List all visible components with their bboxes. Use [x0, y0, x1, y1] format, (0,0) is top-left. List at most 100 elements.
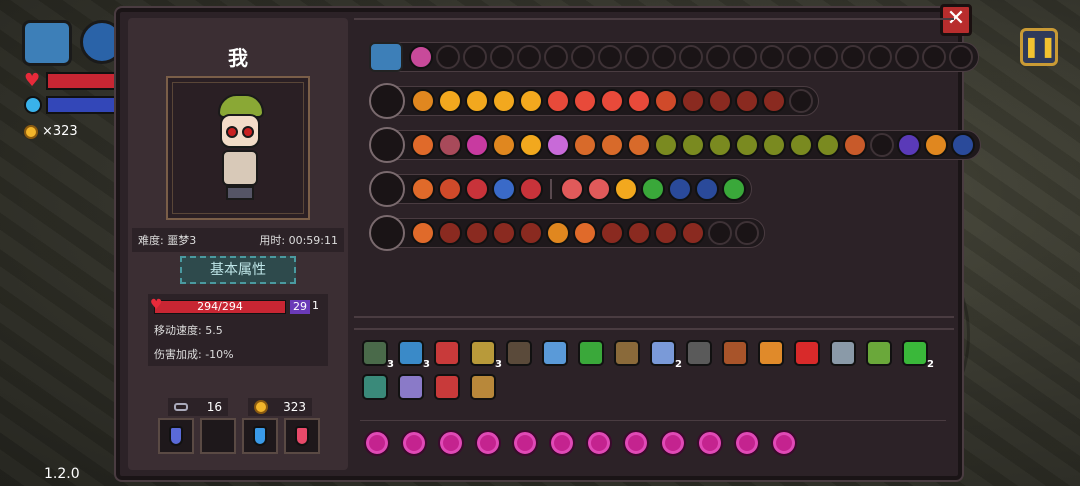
consumable-slot-2[interactable]	[200, 418, 236, 454]
rune-icon[interactable]	[626, 221, 651, 245]
item-icon[interactable]: 2	[650, 340, 682, 370]
rune-icon[interactable]	[408, 45, 433, 69]
staff-icon[interactable]	[369, 215, 405, 251]
rune-icon[interactable]	[640, 177, 665, 201]
item-icon[interactable]: 2	[902, 340, 934, 370]
chest-hud-icon[interactable]	[22, 20, 72, 66]
staff-icon[interactable]	[369, 83, 405, 119]
rune-icon[interactable]	[613, 177, 638, 201]
buff-icon[interactable]	[512, 430, 538, 456]
item-icon[interactable]	[686, 340, 712, 366]
buff-icon[interactable]	[438, 430, 464, 456]
empty-slot[interactable]	[678, 45, 703, 69]
rune-icon[interactable]	[667, 177, 692, 201]
rune-icon[interactable]	[707, 89, 732, 113]
empty-slot[interactable]	[921, 45, 946, 69]
buff-icon[interactable]	[697, 430, 723, 456]
empty-slot[interactable]	[570, 45, 595, 69]
empty-slot[interactable]	[867, 45, 892, 69]
item-icon[interactable]: 3	[362, 340, 394, 370]
rune-icon[interactable]	[707, 133, 732, 157]
item-icon[interactable]	[758, 340, 784, 366]
rune-icon[interactable]	[545, 221, 570, 245]
rune-icon[interactable]	[437, 221, 462, 245]
rune-icon[interactable]	[788, 133, 813, 157]
empty-slot[interactable]	[707, 221, 732, 245]
rune-icon[interactable]	[464, 221, 489, 245]
empty-slot[interactable]	[813, 45, 838, 69]
empty-slot[interactable]	[869, 133, 894, 157]
item-icon[interactable]	[434, 340, 460, 366]
consumable-slot-4[interactable]	[284, 418, 320, 454]
rune-icon[interactable]	[572, 133, 597, 157]
buff-icon[interactable]	[586, 430, 612, 456]
rune-icon[interactable]	[680, 133, 705, 157]
rune-icon[interactable]	[761, 133, 786, 157]
rune-icon[interactable]	[518, 89, 543, 113]
empty-slot[interactable]	[462, 45, 487, 69]
buff-icon[interactable]	[364, 430, 390, 456]
buff-icon[interactable]	[475, 430, 501, 456]
empty-slot[interactable]	[651, 45, 676, 69]
empty-slot[interactable]	[624, 45, 649, 69]
buff-icon[interactable]	[771, 430, 797, 456]
buff-icon[interactable]	[660, 430, 686, 456]
rune-icon[interactable]	[464, 177, 489, 201]
rune-icon[interactable]	[410, 221, 435, 245]
rune-icon[interactable]	[518, 133, 543, 157]
item-icon[interactable]	[506, 340, 532, 366]
item-icon[interactable]	[614, 340, 640, 366]
rune-icon[interactable]	[815, 133, 840, 157]
pause-button[interactable]: ❚❚	[1020, 28, 1058, 66]
consumable-slot-3[interactable]	[242, 418, 278, 454]
staff-icon[interactable]	[369, 127, 405, 163]
empty-slot[interactable]	[894, 45, 919, 69]
item-icon[interactable]	[722, 340, 748, 366]
empty-slot[interactable]	[597, 45, 622, 69]
rune-icon[interactable]	[437, 133, 462, 157]
empty-slot[interactable]	[489, 45, 514, 69]
rune-icon[interactable]	[437, 177, 462, 201]
empty-slot[interactable]	[786, 45, 811, 69]
empty-slot[interactable]	[948, 45, 973, 69]
empty-slot[interactable]	[705, 45, 730, 69]
rune-icon[interactable]	[950, 133, 975, 157]
buff-icon[interactable]	[734, 430, 760, 456]
item-icon[interactable]: 3	[398, 340, 430, 370]
chest-icon[interactable]	[369, 42, 403, 72]
rune-icon[interactable]	[518, 177, 543, 201]
empty-slot[interactable]	[840, 45, 865, 69]
rune-icon[interactable]	[626, 133, 651, 157]
rune-icon[interactable]	[599, 89, 624, 113]
rune-icon[interactable]	[518, 221, 543, 245]
rune-icon[interactable]	[545, 89, 570, 113]
rune-icon[interactable]	[491, 221, 516, 245]
rune-icon[interactable]	[572, 221, 597, 245]
empty-slot[interactable]	[435, 45, 460, 69]
buff-icon[interactable]	[401, 430, 427, 456]
item-icon[interactable]	[578, 340, 604, 366]
rune-icon[interactable]	[586, 177, 611, 201]
buff-icon[interactable]	[549, 430, 575, 456]
rune-icon[interactable]	[559, 177, 584, 201]
empty-slot[interactable]	[516, 45, 541, 69]
rune-icon[interactable]	[491, 177, 516, 201]
item-icon[interactable]	[362, 374, 388, 400]
empty-slot[interactable]	[543, 45, 568, 69]
rune-icon[interactable]	[653, 221, 678, 245]
empty-slot[interactable]	[788, 89, 813, 113]
rune-icon[interactable]	[842, 133, 867, 157]
rune-icon[interactable]	[410, 177, 435, 201]
item-icon[interactable]	[542, 340, 568, 366]
rune-icon[interactable]	[491, 133, 516, 157]
rune-icon[interactable]	[464, 133, 489, 157]
rune-icon[interactable]	[721, 177, 746, 201]
item-icon[interactable]	[398, 374, 424, 400]
rune-icon[interactable]	[734, 89, 759, 113]
rune-icon[interactable]	[491, 89, 516, 113]
item-icon[interactable]	[830, 340, 856, 366]
rune-icon[interactable]	[680, 89, 705, 113]
rune-icon[interactable]	[694, 177, 719, 201]
rune-icon[interactable]	[464, 89, 489, 113]
basic-attributes-title[interactable]: 基本属性	[180, 256, 296, 284]
